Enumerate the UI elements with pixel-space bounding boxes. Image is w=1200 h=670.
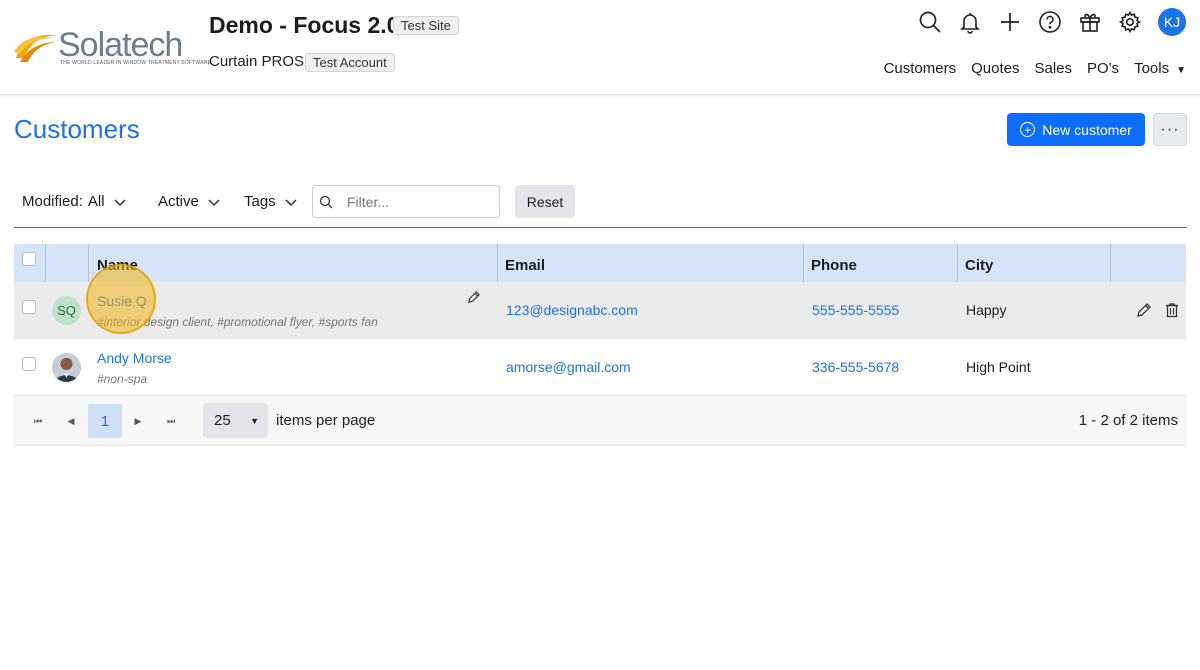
pager-summary: 1 - 2 of 2 items bbox=[1078, 412, 1178, 429]
column-divider bbox=[497, 244, 498, 282]
column-divider bbox=[957, 244, 958, 282]
pencil-icon[interactable] bbox=[1136, 302, 1152, 318]
page-size-value: 25 bbox=[214, 412, 231, 429]
filter-bar: Modified: All Active Tags Reset bbox=[14, 184, 1187, 228]
search-icon bbox=[319, 195, 333, 208]
column-header-phone[interactable]: Phone bbox=[811, 244, 857, 282]
column-divider bbox=[1110, 244, 1111, 282]
items-per-page-label: items per page bbox=[276, 412, 376, 429]
caret-down-icon: ▼ bbox=[250, 415, 259, 426]
row-checkbox[interactable] bbox=[22, 300, 36, 314]
nav-tools-label: Tools bbox=[1134, 60, 1170, 77]
person-photo-icon bbox=[52, 353, 81, 382]
plus-icon[interactable] bbox=[996, 8, 1024, 36]
modified-filter-dropdown[interactable]: Modified: All bbox=[22, 193, 126, 210]
page-size-select[interactable]: 25 ▼ bbox=[203, 403, 268, 438]
new-customer-button[interactable]: + New customer bbox=[1007, 113, 1145, 146]
site-badge: Test Site bbox=[393, 16, 459, 35]
modified-label: Modified: bbox=[22, 193, 83, 210]
reset-button[interactable]: Reset bbox=[515, 185, 575, 218]
column-header-name[interactable]: Name bbox=[97, 244, 138, 282]
active-filter-dropdown[interactable]: Active bbox=[158, 193, 220, 210]
column-divider bbox=[88, 244, 89, 282]
user-avatar[interactable]: KJ bbox=[1158, 8, 1186, 36]
edit-tags-icon[interactable] bbox=[466, 290, 481, 305]
last-page-icon[interactable]: ⏭ bbox=[163, 413, 179, 429]
account-name: Curtain PROS bbox=[209, 53, 305, 70]
active-label: Active bbox=[158, 193, 199, 210]
nav-tools[interactable]: Tools ▼ bbox=[1134, 60, 1186, 77]
column-header-city[interactable]: City bbox=[965, 244, 993, 282]
solatech-logo[interactable]: Solatech THE WORLD LEADER IN WINDOW TREA… bbox=[12, 24, 211, 70]
customer-phone-link[interactable]: 336-555-5678 bbox=[812, 359, 899, 375]
grid-header-row: Name Email Phone City bbox=[14, 244, 1186, 282]
gear-icon[interactable] bbox=[1116, 8, 1144, 36]
customer-name-link[interactable]: Susie Q bbox=[97, 293, 147, 309]
table-row[interactable]: SQ Susie Q #interior design client, #pro… bbox=[14, 282, 1186, 339]
page-title: Customers bbox=[14, 114, 140, 144]
column-divider bbox=[803, 244, 804, 282]
top-nav: Customers Quotes Sales PO's Tools ▼ bbox=[869, 60, 1186, 77]
next-page-icon[interactable]: ▶ bbox=[130, 413, 146, 429]
caret-down-icon: ▼ bbox=[1176, 65, 1186, 76]
customers-grid: Name Email Phone City SQ Susie Q #interi… bbox=[14, 244, 1186, 446]
filter-search-box bbox=[312, 185, 500, 218]
customer-phone-link[interactable]: 555-555-5555 bbox=[812, 302, 899, 318]
modified-value: All bbox=[87, 193, 105, 210]
select-all-checkbox[interactable] bbox=[22, 252, 36, 266]
plus-circle-icon: + bbox=[1020, 122, 1036, 137]
more-options-button[interactable]: ··· bbox=[1153, 113, 1187, 146]
table-row[interactable]: Andy Morse #non-spa amorse@gmail.com 336… bbox=[14, 339, 1186, 396]
prev-page-icon[interactable]: ◀ bbox=[63, 413, 79, 429]
first-page-icon[interactable]: ⏮ bbox=[30, 413, 46, 429]
filter-input[interactable] bbox=[347, 193, 487, 210]
account-badge: Test Account bbox=[305, 53, 395, 72]
help-icon[interactable] bbox=[1036, 8, 1064, 36]
app-title: Demo - Focus 2.0 bbox=[209, 12, 400, 38]
header-icon-bar: KJ bbox=[904, 8, 1186, 36]
tags-label: Tags bbox=[244, 193, 276, 210]
customer-tags: #interior design client, #promotional fl… bbox=[97, 315, 378, 329]
column-divider bbox=[45, 244, 46, 282]
customer-city: High Point bbox=[966, 359, 1031, 375]
bell-icon[interactable] bbox=[956, 8, 984, 36]
customer-tags: #non-spa bbox=[97, 372, 148, 386]
column-header-email[interactable]: Email bbox=[505, 244, 545, 282]
logo-tagline: THE WORLD LEADER IN WINDOW TREATMENT SOF… bbox=[60, 60, 212, 66]
tags-filter-dropdown[interactable]: Tags bbox=[244, 193, 297, 210]
search-icon[interactable] bbox=[916, 8, 944, 36]
trash-icon[interactable] bbox=[1164, 302, 1180, 318]
chevron-down-icon bbox=[285, 198, 297, 206]
nav-pos[interactable]: PO's bbox=[1087, 60, 1119, 77]
current-page-button[interactable]: 1 bbox=[88, 404, 122, 438]
gift-icon[interactable] bbox=[1076, 8, 1104, 36]
nav-sales[interactable]: Sales bbox=[1034, 60, 1072, 77]
customer-city: Happy bbox=[966, 302, 1007, 318]
chevron-down-icon bbox=[208, 198, 220, 206]
pager: ⏮ ◀ 1 ▶ ⏭ 25 ▼ items per page 1 - 2 of 2… bbox=[14, 396, 1186, 446]
logo-swoosh-icon bbox=[14, 34, 58, 62]
nav-quotes[interactable]: Quotes bbox=[971, 60, 1019, 77]
customer-email-link[interactable]: 123@designabc.com bbox=[506, 302, 638, 318]
avatar: SQ bbox=[52, 296, 81, 325]
avatar bbox=[52, 353, 81, 382]
app-header: Solatech THE WORLD LEADER IN WINDOW TREA… bbox=[0, 0, 1200, 95]
nav-customers[interactable]: Customers bbox=[884, 60, 957, 77]
new-customer-label: New customer bbox=[1042, 121, 1132, 138]
row-checkbox[interactable] bbox=[22, 357, 36, 371]
chevron-down-icon bbox=[114, 198, 126, 206]
customer-email-link[interactable]: amorse@gmail.com bbox=[506, 359, 631, 375]
customer-name-link[interactable]: Andy Morse bbox=[97, 350, 172, 366]
